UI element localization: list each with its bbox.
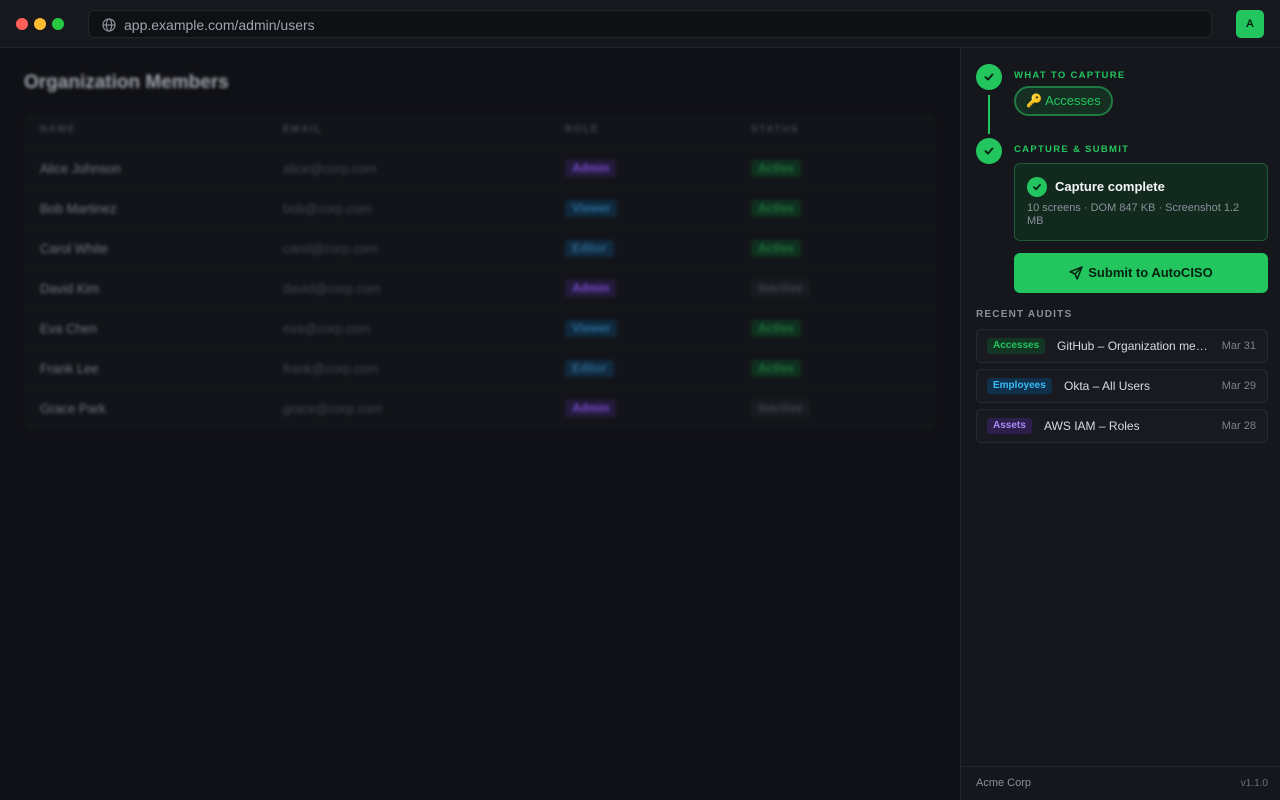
role-badge: Editor xyxy=(565,360,614,377)
audit-date: Mar 29 xyxy=(1221,380,1256,392)
send-icon xyxy=(1069,266,1084,280)
audit-title: Okta – All Users xyxy=(1064,379,1151,393)
panel-footer: Acme Corp v1.1.0 xyxy=(961,766,1280,800)
status-badge: Inactive xyxy=(751,400,810,417)
main-page: Organization Members NAME EMAIL ROLE STA… xyxy=(0,48,960,800)
status-badge: Inactive xyxy=(751,280,810,297)
recent-audit-item[interactable]: Assets AWS IAM – Roles Mar 28 xyxy=(976,409,1268,443)
capture-status-title: Capture complete xyxy=(1055,179,1165,194)
check-circle-icon xyxy=(1027,177,1047,197)
url-text: app.example.com/admin/users xyxy=(124,17,315,33)
table-row[interactable]: Frank Lee frank@corp.com Editor Active xyxy=(24,348,936,388)
page-title: Organization Members xyxy=(24,72,229,93)
member-name: Grace Park xyxy=(40,401,106,416)
audit-date: Mar 31 xyxy=(1221,340,1256,352)
audit-title: GitHub – Organization members xyxy=(1057,339,1211,353)
window-close-button[interactable] xyxy=(16,18,28,30)
status-badge: Active xyxy=(751,240,802,257)
audit-type-badge: Assets xyxy=(987,418,1032,434)
status-badge: Active xyxy=(751,320,802,337)
step-1-label: WHAT TO CAPTURE xyxy=(1014,70,1126,81)
table-row[interactable]: Grace Park grace@corp.com Admin Inactive xyxy=(24,388,936,428)
submit-button-label: Submit to AutoCISO xyxy=(1088,265,1213,280)
member-email: carol@corp.com xyxy=(283,241,378,256)
step-2-complete-indicator xyxy=(976,138,1002,164)
avatar[interactable]: A xyxy=(1236,10,1264,38)
globe-icon xyxy=(102,18,116,32)
member-email: alice@corp.com xyxy=(283,161,377,176)
role-badge: Admin xyxy=(565,280,617,297)
member-name: Carol White xyxy=(40,241,108,256)
status-badge: Active xyxy=(751,200,802,217)
role-badge: Admin xyxy=(565,160,617,177)
capture-type-chip-accesses[interactable]: 🔑 Accesses xyxy=(1014,86,1113,116)
column-header-status[interactable]: STATUS xyxy=(751,124,799,135)
role-badge: Editor xyxy=(565,240,614,257)
check-icon xyxy=(984,147,994,155)
capture-side-panel: WHAT TO CAPTURE 🔑 Accesses CAPTURE & SUB… xyxy=(960,48,1280,800)
window-minimize-button[interactable] xyxy=(34,18,46,30)
address-bar[interactable]: app.example.com/admin/users xyxy=(88,10,1212,38)
organization-name: Acme Corp xyxy=(976,777,1032,789)
audit-title: AWS IAM – Roles xyxy=(1044,419,1140,433)
recent-audits-heading: RECENT AUDITS xyxy=(976,309,1073,320)
column-header-role[interactable]: ROLE xyxy=(565,124,599,135)
role-badge: Viewer xyxy=(565,200,618,217)
step-1-complete-indicator xyxy=(976,64,1002,90)
capture-details: 10 screens · DOM 847 KB · Screenshot 1.2… xyxy=(1027,202,1240,227)
member-name: Alice Johnson xyxy=(40,161,121,176)
member-email: eva@corp.com xyxy=(283,321,371,336)
table-row[interactable]: David Kim david@corp.com Admin Inactive xyxy=(24,268,936,308)
member-name: Frank Lee xyxy=(40,361,99,376)
role-badge: Viewer xyxy=(565,320,618,337)
step-connector xyxy=(988,95,990,134)
recent-audit-item[interactable]: Accesses GitHub – Organization members M… xyxy=(976,329,1268,363)
member-email: grace@corp.com xyxy=(283,401,383,416)
member-name: Bob Martinez xyxy=(40,201,117,216)
member-name: David Kim xyxy=(40,281,100,296)
audit-date: Mar 28 xyxy=(1221,420,1256,432)
table-row[interactable]: Eva Chen eva@corp.com Viewer Active xyxy=(24,308,936,348)
table-row[interactable]: Alice Johnson alice@corp.com Admin Activ… xyxy=(24,148,936,188)
member-email: bob@corp.com xyxy=(283,201,372,216)
window-maximize-button[interactable] xyxy=(52,18,64,30)
member-email: david@corp.com xyxy=(283,281,381,296)
member-name: Eva Chen xyxy=(40,321,98,336)
step-2-label: CAPTURE & SUBMIT xyxy=(1014,144,1130,155)
status-badge: Active xyxy=(751,360,802,377)
members-table: NAME EMAIL ROLE STATUS Alice Johnson ali… xyxy=(24,114,936,430)
check-icon xyxy=(984,73,994,81)
capture-status-card: Capture complete 10 screens · DOM 847 KB… xyxy=(1014,163,1268,241)
role-badge: Admin xyxy=(565,400,617,417)
status-badge: Active xyxy=(751,160,802,177)
browser-toolbar: app.example.com/admin/users A xyxy=(0,0,1280,48)
table-row[interactable]: Carol White carol@corp.com Editor Active xyxy=(24,228,936,268)
member-email: frank@corp.com xyxy=(283,361,379,376)
column-header-name[interactable]: NAME xyxy=(40,124,76,135)
table-row[interactable]: Bob Martinez bob@corp.com Viewer Active xyxy=(24,188,936,228)
submit-button[interactable]: Submit to AutoCISO xyxy=(1014,253,1268,293)
recent-audit-item[interactable]: Employees Okta – All Users Mar 29 xyxy=(976,369,1268,403)
audit-type-badge: Employees xyxy=(987,378,1052,394)
column-header-email[interactable]: EMAIL xyxy=(283,124,322,135)
version-label: v1.1.0 xyxy=(1240,778,1268,789)
audit-type-badge: Accesses xyxy=(987,338,1046,354)
